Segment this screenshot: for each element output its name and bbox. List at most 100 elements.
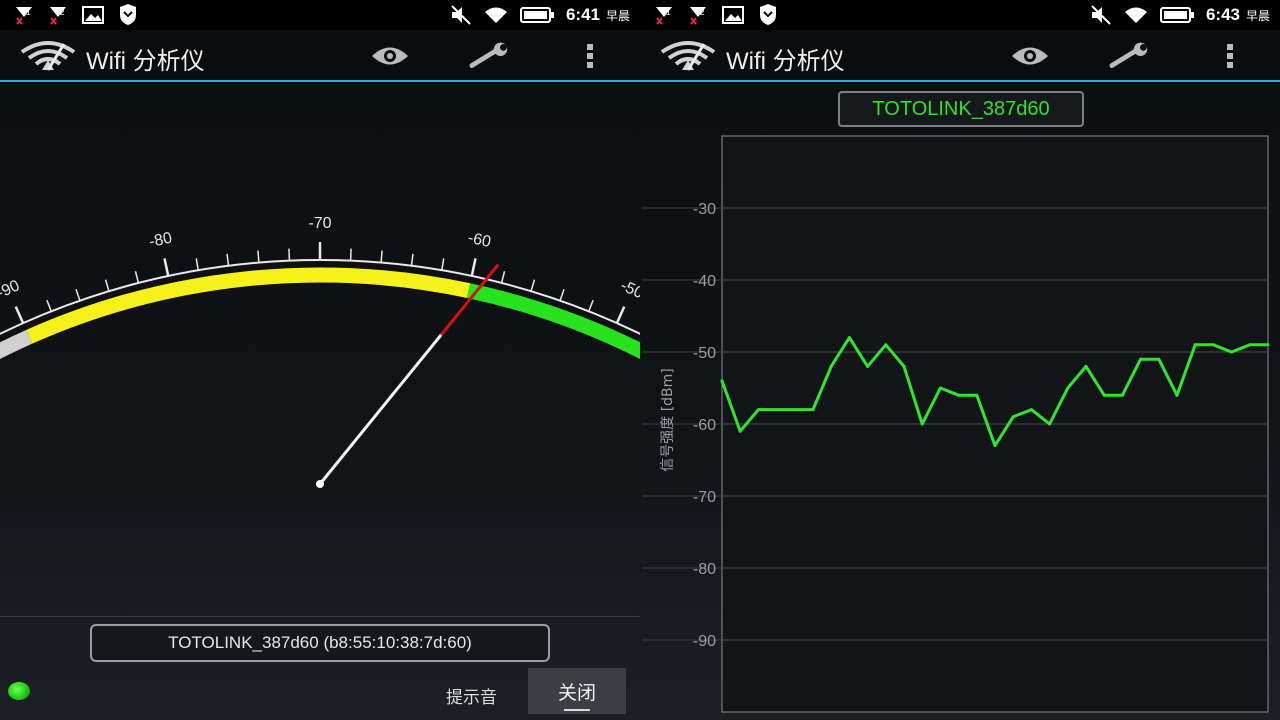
chart-data-point [1029,408,1033,412]
gallery-icon [82,6,104,24]
gauge-zone-0 [0,329,33,360]
overflow-menu-button[interactable] [568,40,612,72]
ssid-legend-chip[interactable]: TOTOLINK_387d60 [838,91,1084,127]
svg-text:2: 2 [60,8,65,17]
overflow-menu-icon [587,44,593,68]
status-bar: 1 2 [640,0,1280,30]
view-button[interactable] [1008,40,1052,72]
chart-data-point [1193,343,1197,347]
chart-data-point [793,408,797,412]
gauge-label: -60 [466,230,492,251]
shield-icon [120,4,136,25]
svg-text:1: 1 [26,8,31,17]
chart-data-point [1175,393,1179,397]
access-point-selector[interactable]: TOTOLINK_387d60 (b8:55:10:38:7d:60) [90,624,550,662]
chart-data-point [993,444,997,448]
no-signal-sim2-icon: 2 [690,7,706,25]
wrench-icon [1109,42,1148,68]
chart-data-point [1011,415,1015,419]
no-signal-sim1-icon: 1 [656,7,672,25]
chart-data-point [756,408,760,412]
status-indicator-dot [8,682,30,700]
action-bar: Wifi 分析仪 [640,30,1280,82]
chart-y-tick-label: -50 [693,345,716,362]
chart-data-point [957,393,961,397]
gauge-tick [380,250,383,263]
chart-data-point [1120,393,1124,397]
app-title: Wifi 分析仪 [86,48,205,75]
system-icons: 6:43 早晨 [1090,3,1270,27]
gauge-tick [615,306,626,324]
clock-period: 早晨 [605,8,630,23]
action-bar: Wifi 分析仪 [0,30,640,82]
divider [0,616,640,617]
wifi-status-icon [1124,7,1147,23]
gauge-tick [195,258,199,271]
eye-icon [372,47,408,65]
overflow-menu-button[interactable] [1208,40,1252,72]
gauge-tick [500,271,506,284]
battery-icon [519,7,554,23]
gauge-needle [318,333,443,485]
gauge-tick [75,289,81,301]
gauge-tick [288,248,291,261]
gallery-icon [722,6,744,24]
chart-data-point [884,343,888,347]
chart-y-tick-label: -90 [693,633,716,650]
no-signal-sim1-icon: 1 [16,7,32,25]
overflow-menu-icon [1227,44,1233,68]
close-button[interactable]: 关闭 [528,668,626,714]
gauge-tick [14,306,25,324]
gauge-zone-2 [467,283,640,360]
chart-data-point [1266,343,1270,347]
chart-data-point [1102,393,1106,397]
chart-data-point [1157,357,1161,361]
gauge-tick [530,279,536,292]
signal-strength-chart: -30 -40 -50 -60 -70 -80 -90 信号强度 [dBm] [642,135,1270,713]
wifi-status-icon [484,7,507,23]
tools-button[interactable] [468,40,512,72]
battery-icon [1159,7,1194,23]
gauge-tick [470,258,477,277]
chart-data-point [866,364,870,368]
chart-data-point [975,393,979,397]
chart-y-tick-label: -30 [693,201,716,218]
chart-y-tick-label: -40 [693,273,716,290]
chart-y-axis-label: 信号强度 [dBm] [660,368,676,472]
gauge-label: -90 [0,277,22,302]
gauge-label: -50 [618,277,640,302]
notification-icons: 1 2 [14,4,138,26]
chart-data-point [829,364,833,368]
chart-y-tick-label: -80 [693,561,716,578]
view-button[interactable] [368,40,412,72]
gauge-tick [257,250,260,263]
gauge-needle-pivot [316,480,324,488]
gauge-tick [559,289,565,301]
chart-data-point [1139,357,1143,361]
mute-icon [451,5,471,25]
gauge-screen: 1 2 6:41 早晨 Wifi 分析仪 -90 -80 -70 -60 -50… [0,0,640,720]
chart-data-point [847,336,851,340]
wifi-app-icon [20,41,76,71]
gauge-tick [441,258,445,271]
mute-icon [1091,5,1111,25]
beep-toggle-label: 提示音 [446,688,497,707]
chart-data-point [775,408,779,412]
tools-button[interactable] [1108,40,1152,72]
gauge-tick [104,279,110,292]
system-icons: 6:41 早晨 [450,3,630,27]
eye-icon [1012,47,1048,65]
wifi-app-icon [660,41,716,71]
chart-data-point [1211,343,1215,347]
chart-data-point [938,386,942,390]
app-title: Wifi 分析仪 [726,48,845,75]
signal-gauge: -100-90-80-70-60-50-40dBm [0,215,640,488]
chart-data-point [1230,350,1234,354]
chart-y-tick-label: -60 [693,417,716,434]
gauge-tick [134,271,140,284]
clock-period: 早晨 [1245,8,1270,23]
chart-data-point [902,364,906,368]
time-graph-screen: 1 2 6:43 早晨 Wifi 分析仪 TOTOLINK_387d60 -30… [640,0,1280,720]
svg-text:1: 1 [666,8,671,17]
chart-y-tick-label: -70 [693,489,716,506]
